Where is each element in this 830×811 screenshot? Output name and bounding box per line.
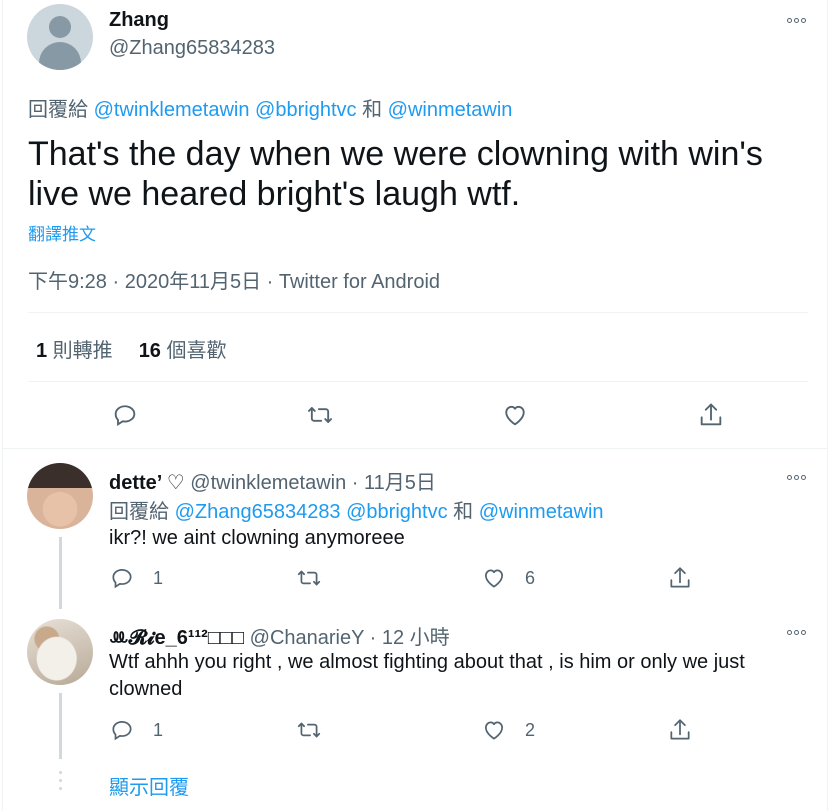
tweet-actions: 1 6 [109, 563, 809, 593]
avatar-body-shape [39, 42, 81, 70]
heart-icon[interactable] [500, 400, 530, 430]
mention-link[interactable]: @Zhang65834283 [175, 501, 341, 523]
retweet-stat[interactable]: 1 則轉推 [36, 340, 113, 362]
mention-link[interactable]: @winmetawin [479, 501, 604, 523]
mention-link[interactable]: @winmetawin [388, 99, 513, 121]
divider [28, 381, 808, 382]
author-handle-and-date[interactable]: @ChanarieY · 12 小時 [244, 627, 450, 649]
thread-dot [59, 787, 62, 790]
reply-count: 1 [153, 567, 164, 588]
reply-count: 1 [153, 719, 164, 740]
show-replies-link[interactable]: 顯示回覆 [109, 771, 189, 800]
like-action[interactable]: 2 [481, 715, 535, 745]
separator: 和 [447, 501, 479, 523]
replying-to: 回覆給 @twinklemetawin @bbrightvc 和 @winmet… [28, 93, 512, 122]
reply-action[interactable]: 1 [109, 715, 163, 745]
avatar[interactable] [27, 619, 93, 685]
avatar[interactable] [27, 463, 93, 529]
separator: 和 [356, 99, 388, 121]
conversation-panel: Zhang @Zhang65834283 回覆給 @twinklemetawin… [2, 0, 828, 811]
author-handle-and-date[interactable]: @twinklemetawin · 11月5日 [185, 472, 436, 494]
tweet-actions: 1 2 [109, 715, 809, 745]
tweet-stats: 1 則轉推 16 個喜歡 [36, 334, 227, 363]
author-name[interactable]: ꔛ𝓡𝓲e_6¹¹²□□□ [109, 627, 244, 649]
mention-link[interactable]: @bbrightvc [346, 501, 447, 523]
heart-icon [485, 569, 503, 588]
reply-tweet[interactable]: dette’ ♡ @twinklemetawin · 11月5日 回覆給 @Zh… [3, 449, 827, 611]
reply-header: ꔛ𝓡𝓲e_6¹¹²□□□ @ChanarieY · 12 小時 [109, 621, 450, 650]
like-action[interactable]: 6 [481, 563, 535, 593]
tweet-text: That's the day when we were clowning wit… [28, 135, 763, 213]
share-icon [670, 567, 690, 588]
mention-link[interactable]: @twinklemetawin [94, 99, 250, 121]
reply-icon [112, 569, 132, 589]
thread-line [59, 693, 62, 759]
reply-action[interactable]: 1 [109, 563, 163, 593]
main-tweet: Zhang @Zhang65834283 回覆給 @twinklemetawin… [3, 0, 827, 449]
retweet-action[interactable] [295, 563, 323, 593]
like-stat[interactable]: 16 個喜歡 [139, 340, 227, 362]
tweet-text: ikr?! we aint clowning anymoreee [109, 527, 405, 549]
share-action[interactable] [667, 715, 693, 745]
author-name[interactable]: Zhang [109, 9, 169, 32]
retweet-icon [297, 570, 321, 586]
like-count: 6 [525, 567, 536, 588]
heart-icon [485, 721, 503, 740]
translate-tweet-link[interactable]: 翻譯推文 [28, 220, 96, 245]
tweet-text: Wtf ahhh you right , we almost fighting … [109, 651, 745, 700]
author-handle[interactable]: @Zhang65834283 [109, 37, 275, 60]
thread-dot [59, 779, 62, 782]
share-icon [670, 719, 690, 740]
reply-icon[interactable] [110, 400, 140, 430]
divider [28, 312, 808, 313]
more-icon[interactable] [784, 8, 808, 32]
author-name[interactable]: dette’ ♡ [109, 472, 185, 494]
more-icon[interactable] [784, 620, 808, 644]
share-icon[interactable] [696, 400, 726, 430]
reply-icon [112, 721, 132, 741]
replying-prefix: 回覆給 [28, 99, 94, 121]
retweet-icon [297, 722, 321, 738]
avatar-head-shape [49, 16, 71, 38]
retweet-action[interactable] [295, 715, 323, 745]
more-icon[interactable] [784, 465, 808, 489]
reply-header: dette’ ♡ @twinklemetawin · 11月5日 [109, 466, 436, 495]
replying-to: 回覆給 @Zhang65834283 @bbrightvc 和 @winmeta… [109, 495, 604, 524]
tweet-timestamp[interactable]: 下午9:28 · 2020年11月5日 · Twitter for Androi… [28, 265, 440, 294]
replying-prefix: 回覆給 [109, 501, 175, 523]
avatar[interactable] [27, 4, 93, 70]
thread-line [59, 537, 62, 609]
thread-dot [59, 771, 62, 774]
mention-link[interactable]: @bbrightvc [255, 99, 356, 121]
retweet-icon[interactable] [305, 400, 335, 430]
share-action[interactable] [667, 563, 693, 593]
like-count: 2 [525, 719, 536, 740]
